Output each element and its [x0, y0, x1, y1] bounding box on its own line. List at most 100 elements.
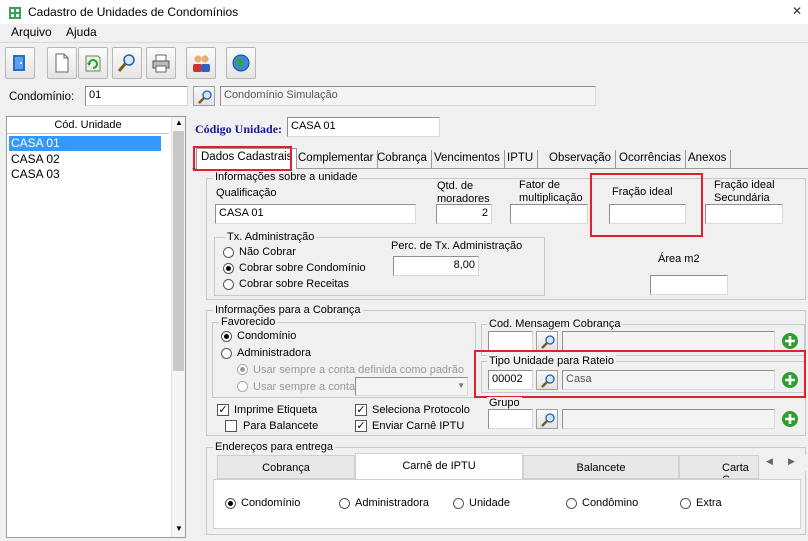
list-item[interactable]: CASA 03 — [9, 167, 161, 182]
enviar-carne-iptu-label: Enviar Carnê IPTU — [372, 420, 465, 432]
usar-conta-radio[interactable] — [237, 381, 248, 392]
favorecido-label: Favorecido — [219, 316, 278, 328]
tab-endereco-carta[interactable]: Carta C — [679, 455, 759, 479]
favorecido-administradora-label: Administradora — [237, 347, 311, 359]
add-grupo-button[interactable] — [780, 409, 800, 429]
para-balancete-checkbox[interactable] — [225, 420, 237, 432]
tx-admin-condominio-radio[interactable] — [223, 263, 234, 274]
seleciona-protocolo-label: Seleciona Protocolo — [372, 404, 470, 416]
usar-conta-padrao-radio[interactable] — [237, 364, 248, 375]
tab-endereco-carne-iptu[interactable]: Carnê de IPTU — [355, 453, 523, 480]
web-globe-icon — [232, 54, 250, 72]
chevron-down-icon: ▼ — [457, 381, 465, 390]
fracao-sec-input[interactable] — [705, 204, 783, 224]
window-title: Cadastro de Unidades de Condomínios — [28, 5, 239, 19]
unit-list-header: Cód. Unidade — [7, 117, 169, 134]
condominio-code-input[interactable]: 01 — [85, 86, 188, 106]
list-item[interactable]: CASA 02 — [9, 152, 161, 167]
chevron-right-icon[interactable]: ▶ — [788, 456, 795, 467]
tx-admin-receitas-radio[interactable] — [223, 279, 234, 290]
endereco-unidade-radio[interactable] — [453, 498, 464, 509]
endereco-unidade-label: Unidade — [469, 497, 510, 509]
imprime-etiqueta-checkbox[interactable]: ✓ — [217, 404, 229, 416]
tab-ocorrencias[interactable]: Ocorrências — [615, 150, 686, 168]
cod-mensagem-desc-field — [562, 331, 775, 351]
tab-scroll: ◀ ▶ — [760, 455, 806, 471]
toolbar — [0, 42, 808, 82]
grupo-label: Grupo — [487, 397, 522, 409]
endereco-administradora-radio[interactable] — [339, 498, 350, 509]
qualificacao-input[interactable]: CASA 01 — [215, 204, 416, 224]
web-button[interactable] — [226, 47, 256, 79]
menu-ajuda[interactable]: Ajuda — [66, 25, 97, 39]
search-icon — [198, 90, 212, 104]
cod-mensagem-code-input[interactable] — [488, 331, 533, 351]
seleciona-protocolo-checkbox[interactable]: ✓ — [355, 404, 367, 416]
highlight-tab-dados — [193, 146, 292, 171]
favorecido-condominio-label: Condomínio — [237, 330, 297, 342]
scroll-thumb[interactable] — [173, 131, 184, 371]
fracao-sec-label-2: Secundária — [714, 192, 770, 204]
add-mensagem-button[interactable] — [780, 331, 800, 351]
condominio-label: Condomínio: — [9, 91, 75, 103]
grupo-search-button[interactable] — [536, 409, 558, 429]
endereco-condomino-label: Condômino — [582, 497, 639, 509]
conta-select[interactable]: ▼ — [355, 377, 468, 396]
search-icon — [541, 335, 555, 349]
highlight-tipo-rateio — [474, 350, 806, 398]
tab-vencimentos[interactable]: Vencimentos — [430, 150, 505, 168]
qualificacao-label: Qualificação — [216, 187, 277, 199]
cod-mensagem-search-button[interactable] — [536, 331, 558, 351]
new-document-icon — [55, 53, 69, 73]
fator-input[interactable] — [510, 204, 588, 224]
menu-arquivo[interactable]: Arquivo — [11, 25, 52, 39]
grupo-desc-field — [562, 409, 775, 429]
tab-anexos[interactable]: Anexos — [684, 150, 732, 168]
tab-iptu[interactable]: IPTU — [503, 150, 539, 168]
tab-cobranca[interactable]: Cobrança — [373, 150, 432, 168]
cod-mensagem-label: Cod. Mensagem Cobrança — [487, 318, 623, 330]
moradores-input[interactable]: 2 — [436, 204, 492, 224]
enviar-carne-iptu-checkbox[interactable]: ✓ — [355, 420, 367, 432]
endereco-condominio-radio[interactable] — [225, 498, 236, 509]
codigo-unidade-input[interactable]: CASA 01 — [287, 117, 440, 137]
tab-observacao[interactable]: Observação — [545, 150, 617, 168]
fator-label-1: Fator de — [519, 179, 560, 191]
tx-admin-nao-cobrar-radio[interactable] — [223, 247, 234, 258]
usar-conta-padrao-label: Usar sempre a conta definida como padrão — [253, 364, 464, 376]
tab-endereco-balancete[interactable]: Balancete — [523, 455, 679, 479]
perc-tx-input[interactable]: 8,00 — [393, 256, 479, 276]
close-icon[interactable]: ✕ — [792, 4, 802, 18]
tx-admin-nao-cobrar-label: Não Cobrar — [239, 246, 296, 258]
tx-admin-label: Tx. Administração — [225, 231, 317, 243]
title-bar: Cadastro de Unidades de Condomínios ✕ — [0, 0, 808, 24]
users-button[interactable] — [186, 47, 216, 79]
chevron-left-icon[interactable]: ◀ — [766, 456, 773, 467]
fator-label-2: multiplicação — [519, 192, 583, 204]
area-label: Área m2 — [658, 253, 700, 265]
tab-endereco-cobranca[interactable]: Cobrança — [217, 455, 355, 479]
grupo-code-input[interactable] — [488, 409, 533, 429]
scroll-up-icon[interactable]: ▲ — [175, 118, 183, 127]
endereco-condominio-label: Condomínio — [241, 497, 301, 509]
tab-complementar[interactable]: Complementar — [294, 150, 379, 168]
list-item[interactable]: CASA 01 — [9, 136, 161, 151]
refresh-button[interactable] — [78, 47, 108, 79]
endereco-condomino-radio[interactable] — [566, 498, 577, 509]
new-button[interactable] — [47, 47, 77, 79]
area-input[interactable] — [650, 275, 728, 295]
exit-button[interactable] — [5, 47, 35, 79]
scroll-down-icon[interactable]: ▼ — [175, 524, 183, 533]
endereco-extra-radio[interactable] — [680, 498, 691, 509]
condominio-search-button[interactable] — [193, 86, 215, 106]
para-balancete-label: Para Balancete — [243, 420, 319, 432]
building-icon — [9, 7, 21, 19]
favorecido-administradora-radio[interactable] — [221, 348, 232, 359]
print-button[interactable] — [146, 47, 176, 79]
perc-tx-label: Perc. de Tx. Administração — [391, 240, 523, 252]
favorecido-condominio-radio[interactable] — [221, 331, 232, 342]
menu-bar: Arquivo Ajuda — [0, 22, 808, 42]
list-scrollbar[interactable]: ▲ ▼ — [171, 117, 185, 537]
tx-admin-condominio-label: Cobrar sobre Condomínio — [239, 262, 366, 274]
search-button[interactable] — [112, 47, 142, 79]
